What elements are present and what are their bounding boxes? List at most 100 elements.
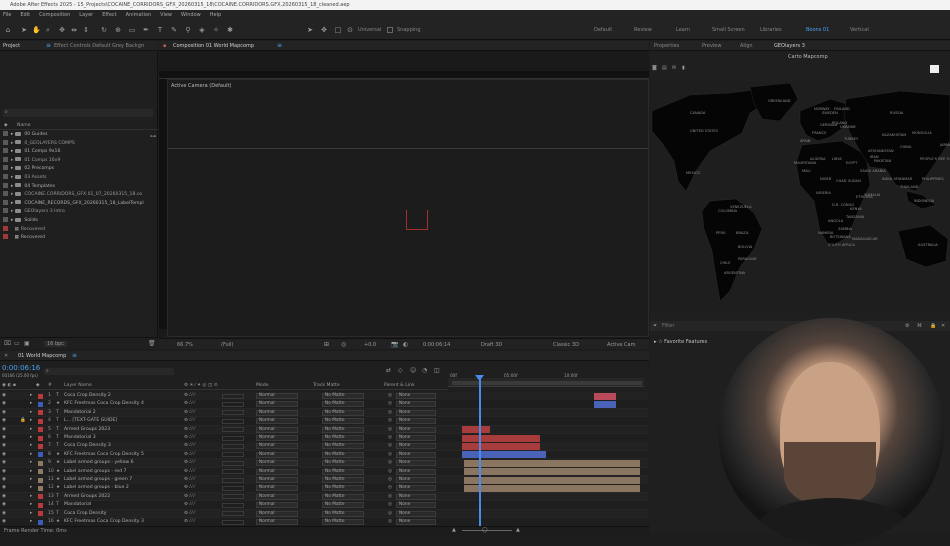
parent-dropdown[interactable]: None [396, 477, 436, 483]
channel-label[interactable]: +0.0 [364, 342, 376, 348]
mode-dropdown[interactable]: Normal [256, 426, 298, 433]
layer-switches[interactable]: ⚙ ⁄ ⁄ ⁄ [184, 451, 195, 460]
mode-dropdown[interactable]: Normal [256, 443, 298, 450]
tab-properties[interactable]: Properties [654, 41, 679, 51]
draft-3d-toggle[interactable]: Draft 3D [481, 342, 502, 348]
project-item[interactable]: ▸ COCAINE_RECORDS_GFX_20260315_18_LabelTe… [0, 199, 150, 208]
menu-item-file[interactable]: File [3, 12, 11, 18]
layer-duration-bar[interactable] [464, 459, 640, 467]
cursor-arrow-icon[interactable]: ➤ [306, 26, 314, 34]
disclosure-arrow-icon[interactable]: ▸ [11, 175, 13, 180]
fx-switches[interactable] [222, 519, 244, 525]
parent-pickwhip-icon[interactable]: ◎ [388, 468, 392, 477]
bit-depth-button[interactable]: 16 bpc [44, 341, 68, 347]
bookmark-icon[interactable]: ⌘ [917, 323, 922, 329]
track-matte-dropdown[interactable]: No Matte [322, 510, 364, 517]
clone-stamp-icon[interactable]: ⚲ [184, 26, 192, 34]
eraser-icon[interactable]: ◈ [198, 26, 206, 34]
layer-label-color[interactable] [38, 443, 43, 449]
layer-label-color[interactable] [38, 460, 43, 466]
motion-blur-icon[interactable]: ◔ [422, 367, 427, 374]
mask-icon[interactable]: ◎ [341, 341, 346, 348]
layer-label-color[interactable] [38, 427, 43, 433]
visibility-eye-icon[interactable]: ◉ [2, 400, 6, 409]
layer-duration-bar[interactable] [594, 400, 616, 408]
expand-arrow-icon[interactable]: ▸ [30, 468, 32, 477]
visibility-eye-icon[interactable]: ◉ [2, 484, 6, 493]
rotate-tool-icon[interactable]: ↻ [100, 26, 108, 34]
new-comp-icon[interactable]: ▣ [24, 340, 30, 347]
fx-switches[interactable] [222, 469, 244, 475]
visibility-eye-icon[interactable]: ◉ [2, 417, 6, 426]
project-item[interactable]: ▦ Recovered [0, 225, 150, 234]
fx-switches[interactable] [222, 435, 244, 441]
track-matte-dropdown[interactable]: No Matte [322, 477, 364, 483]
layer-name[interactable]: Coca Crop Density [64, 510, 182, 519]
layer-switches[interactable]: ⚙ ⁄ ⁄ ⁄ [184, 426, 195, 435]
draft-3d-icon[interactable]: ◇ [398, 367, 403, 374]
track-matte-dropdown[interactable]: No Matte [322, 426, 364, 433]
tab-align[interactable]: Align [740, 41, 753, 51]
mode-dropdown[interactable]: Normal [256, 485, 298, 492]
column-layer-name-header[interactable]: Layer Name [64, 382, 92, 390]
workspace-review[interactable]: Review [634, 27, 652, 33]
menu-item-animation[interactable]: Animation [126, 12, 152, 18]
fx-switches[interactable] [222, 460, 244, 466]
layer-switches[interactable]: ⚙ ⁄ ⁄ ⁄ [184, 392, 195, 401]
mode-dropdown[interactable]: Normal [256, 451, 298, 458]
menu-item-window[interactable]: Window [181, 12, 201, 18]
project-item[interactable]: ▦ Recovered [0, 234, 150, 242]
project-item[interactable]: ▸ GEOlayers 3 Intro [0, 208, 150, 216]
layer-switches[interactable]: ⚙ ⁄ ⁄ ⁄ [184, 417, 195, 426]
project-item[interactable]: ▸ 04 Templates [0, 182, 150, 191]
workspace-vertical[interactable]: Vertical [850, 27, 869, 33]
layer-row[interactable]: ◉ 🔒 ▸ 4 T L... [TEXT-GATE GUIDE] ⚙ ⁄ ⁄ ⁄ Normal… [0, 417, 648, 426]
layer-row[interactable]: ◉ ▸ 15 T Coca Crop Density ⚙ ⁄ ⁄ ⁄ Normal No Ma… [0, 509, 648, 519]
track-matte-dropdown[interactable]: No Matte [322, 451, 364, 458]
fx-switches[interactable] [222, 485, 244, 491]
visibility-eye-icon[interactable]: ◉ [2, 501, 6, 510]
parent-dropdown[interactable]: None [396, 426, 436, 433]
layer-duration-bar[interactable] [462, 451, 546, 459]
expand-arrow-icon[interactable]: ▸ [30, 476, 32, 485]
layer-switches[interactable]: ⚙ ⁄ ⁄ ⁄ [184, 434, 195, 443]
column-track-matte-header[interactable]: Track Matte [313, 382, 340, 390]
workspace-boons-01[interactable]: Boons 01 [806, 27, 829, 33]
map-style-name[interactable]: Carto Mapcomp [788, 54, 828, 60]
layer-row[interactable]: ◉ ▸ 6 T Mandatorial 3 ⚙ ⁄ ⁄ ⁄ Normal No Matte ◎ N… [0, 434, 648, 443]
parent-pickwhip-icon[interactable]: ◎ [388, 409, 392, 418]
trash-icon[interactable]: 🗑 [148, 340, 156, 347]
layers-icon[interactable]: ▤ [662, 65, 667, 71]
parent-pickwhip-icon[interactable]: ◎ [388, 417, 392, 426]
layer-label-color[interactable] [38, 511, 43, 517]
zoom-tool-icon[interactable]: ⌕ [44, 26, 52, 34]
visibility-eye-icon[interactable]: ◉ [2, 451, 6, 460]
project-item[interactable]: ▸ 00 Guides [0, 131, 150, 139]
layer-switches[interactable]: ⚙ ⁄ ⁄ ⁄ [184, 476, 195, 485]
expand-arrow-icon[interactable]: ▸ [30, 501, 32, 510]
tab-effect-controls[interactable]: Effect Controls Default Grey Background [54, 41, 144, 51]
flowchart-icon[interactable]: ⊶ [150, 133, 156, 140]
track-matte-dropdown[interactable]: No Matte [322, 485, 364, 492]
parent-dropdown[interactable]: None [396, 451, 436, 458]
mail-icon[interactable]: ✉ [672, 65, 676, 71]
disclosure-arrow-icon[interactable]: ▸ [11, 209, 13, 214]
parent-pickwhip-icon[interactable]: ◎ [388, 392, 392, 401]
selection-tool-icon[interactable]: ➤ [20, 26, 28, 34]
expand-arrow-icon[interactable]: ▸ [30, 400, 32, 409]
track-matte-dropdown[interactable]: No Matte [322, 519, 364, 525]
visibility-eye-icon[interactable]: ◉ [2, 426, 6, 435]
new-folder-icon[interactable]: ▭ [14, 340, 20, 347]
disclosure-arrow-icon[interactable]: ▸ [11, 158, 13, 163]
project-item[interactable]: ▸ 0_GEOLAYERS COMPS [0, 139, 150, 148]
mode-dropdown[interactable]: Normal [256, 468, 298, 475]
universal-label[interactable]: Universal [358, 27, 381, 33]
layer-switches[interactable]: ⚙ ⁄ ⁄ ⁄ [184, 518, 195, 526]
parent-pickwhip-icon[interactable]: ◎ [388, 451, 392, 460]
layer-row[interactable]: ◉ ▸ 2 ★ KFC Freetmas Coca Crop Density 4 ⚙ ⁄ … [0, 400, 648, 409]
parent-dropdown[interactable]: None [396, 460, 436, 467]
layer-label-color[interactable] [38, 485, 43, 491]
grid-icon[interactable]: ⊞ [324, 341, 329, 348]
current-time-display[interactable]: 0:00:06:16 [2, 364, 40, 372]
camera-dropdown[interactable]: Active Cam [607, 342, 635, 348]
